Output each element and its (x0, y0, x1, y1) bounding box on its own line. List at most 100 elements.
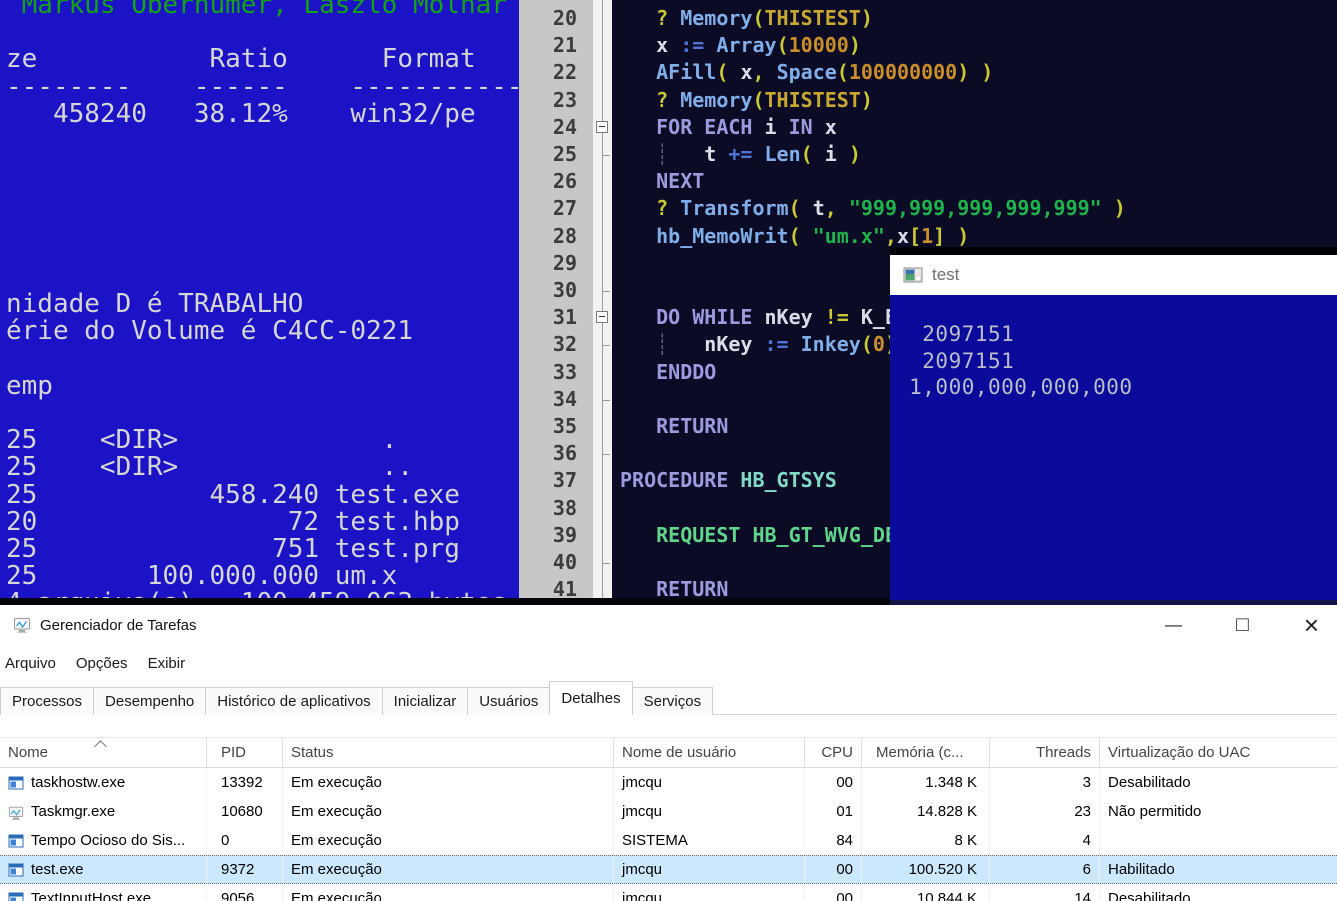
cpu-cell: 00 (805, 884, 862, 901)
fold-marker-icon[interactable] (596, 311, 608, 323)
threads-cell: 23 (990, 797, 1100, 826)
console-line: 25 751 test.prg (6, 536, 519, 563)
dos-console-output: Markus Oberhumer, Laszlo Molnar ze Ratio… (0, 0, 519, 605)
threads-cell: 6 (990, 856, 1100, 883)
tab-strip: ProcessosDesempenhoHistórico de aplicati… (0, 681, 1337, 715)
uac-cell: Não permitido (1100, 797, 1337, 826)
pid-cell: 13392 (207, 768, 283, 797)
tab-hist-rico-de-aplicativos[interactable]: Histórico de aplicativos (205, 687, 382, 715)
column-header-label: Nome (8, 744, 48, 761)
menu-bar: Arquivo Opções Exibir (0, 645, 1337, 681)
process-name: TextInputHost.exe (31, 890, 151, 901)
tab-processos[interactable]: Processos (0, 687, 94, 715)
details-table-body: taskhostw.exe13392Em execuçãojmcqu001.34… (0, 768, 1337, 901)
column-header-pid[interactable]: PID (207, 738, 283, 767)
console-line: 458240 38.12% win32/pe (6, 101, 519, 128)
table-row[interactable]: test.exe9372Em execuçãojmcqu00100.520 K6… (0, 855, 1337, 884)
console-line (6, 346, 519, 373)
minimize-button[interactable]: — (1150, 605, 1197, 645)
line-number: 37 (519, 467, 593, 494)
threads-cell: 14 (990, 884, 1100, 901)
line-number: 22 (519, 59, 593, 86)
column-header-memriac[interactable]: Memória (c... (862, 738, 990, 767)
uac-cell: Habilitado (1100, 856, 1337, 883)
status-cell: Em execução (283, 797, 614, 826)
maximize-button[interactable]: □ (1219, 605, 1266, 645)
indent-guide: ┊ (656, 142, 668, 166)
user-cell: jmcqu (614, 884, 805, 901)
column-header-label: Nome de usuário (622, 744, 736, 761)
status-cell: Em execução (283, 826, 614, 855)
window-title: Gerenciador de Tarefas (40, 617, 1150, 634)
window-icon (8, 775, 24, 791)
column-header-virtualizaodouac[interactable]: Virtualização do UAC (1100, 738, 1337, 767)
tab-inicializar[interactable]: Inicializar (382, 687, 469, 715)
pid-cell: 9056 (207, 884, 283, 901)
code-line: FOR EACH i IN x (620, 114, 1337, 141)
window-icon (8, 862, 24, 878)
line-number: 39 (519, 522, 593, 549)
line-number: 31 (519, 304, 593, 331)
process-name-cell: test.exe (0, 856, 207, 883)
line-number: 38 (519, 495, 593, 522)
code-line: ┊ t += Len( i ) (620, 141, 1337, 168)
column-header-threads[interactable]: Threads (990, 738, 1100, 767)
cpu-cell: 00 (805, 856, 862, 883)
line-number: 24 (519, 114, 593, 141)
tab-desempenho[interactable]: Desempenho (93, 687, 206, 715)
threads-cell: 4 (990, 826, 1100, 855)
test-output-line: 2097151 (890, 321, 1337, 348)
line-number: 23 (519, 87, 593, 114)
mem-cell: 8 K (862, 826, 990, 855)
user-cell: jmcqu (614, 768, 805, 797)
column-header-label: Memória (c... (876, 744, 964, 761)
table-row[interactable]: taskhostw.exe 13392Em execuçãojmcqu001.34… (0, 768, 1337, 797)
column-header-cpu[interactable]: CPU (805, 738, 862, 767)
line-number: 34 (519, 386, 593, 413)
cpu-cell: 00 (805, 768, 862, 797)
uac-cell: Desabilitado (1100, 768, 1337, 797)
fold-tick (603, 155, 610, 156)
table-row[interactable]: Taskmgr.exe10680Em execuçãojmcqu0114.828… (0, 797, 1337, 826)
column-header-nome[interactable]: Nome (0, 738, 207, 767)
task-manager-titlebar[interactable]: Gerenciador de Tarefas — □ × (0, 605, 1337, 645)
window-icon (8, 833, 24, 849)
code-line: ? Memory(THISTEST) (620, 87, 1337, 114)
menu-item-opes[interactable]: Opções (76, 655, 128, 672)
test-window-output: 2097151 2097151 1,000,000,000,000 (890, 295, 1337, 600)
code-line: x := Array(10000) (620, 32, 1337, 59)
table-row[interactable]: Tempo Ocioso do Sis...0Em execuçãoSISTEM… (0, 826, 1337, 855)
mem-cell: 1.348 K (862, 768, 990, 797)
line-number: 25 (519, 141, 593, 168)
close-button[interactable]: × (1288, 605, 1335, 645)
fold-marker-icon[interactable] (596, 121, 608, 133)
test-output-line: 2097151 (890, 348, 1337, 375)
line-number: 40 (519, 549, 593, 576)
console-line: 25 100.000.000 um.x (6, 563, 519, 590)
mem-cell: 100.520 K (862, 856, 990, 883)
tab-usu-rios[interactable]: Usuários (467, 687, 550, 715)
console-line: -------- ------ ----------- (6, 74, 519, 101)
console-line: nidade D é TRABALHO (6, 291, 519, 318)
tab-detalhes[interactable]: Detalhes (549, 681, 632, 715)
column-header-label: Virtualização do UAC (1108, 744, 1250, 761)
console-line (6, 210, 519, 237)
console-line (6, 155, 519, 182)
menu-item-arquivo[interactable]: Arquivo (5, 655, 56, 672)
cpu-cell: 01 (805, 797, 862, 826)
tab-servi-os[interactable]: Serviços (632, 687, 714, 715)
line-number: 29 (519, 250, 593, 277)
test-window-titlebar[interactable]: test (890, 255, 1337, 295)
table-row[interactable]: TextInputHost.exe9056Em execuçãojmcqu001… (0, 884, 1337, 901)
console-line: emp (6, 373, 519, 400)
console-app-icon (903, 265, 923, 285)
process-name: taskhostw.exe (31, 774, 125, 791)
fold-tick (603, 454, 610, 455)
column-header-status[interactable]: Status (283, 738, 614, 767)
column-header-nomedeusurio[interactable]: Nome de usuário (614, 738, 805, 767)
status-cell: Em execução (283, 768, 614, 797)
line-number: 28 (519, 223, 593, 250)
test-console-window: test 2097151 2097151 1,000,000,000,000 (890, 247, 1337, 605)
line-number: 30 (519, 277, 593, 304)
menu-item-exibir[interactable]: Exibir (148, 655, 186, 672)
